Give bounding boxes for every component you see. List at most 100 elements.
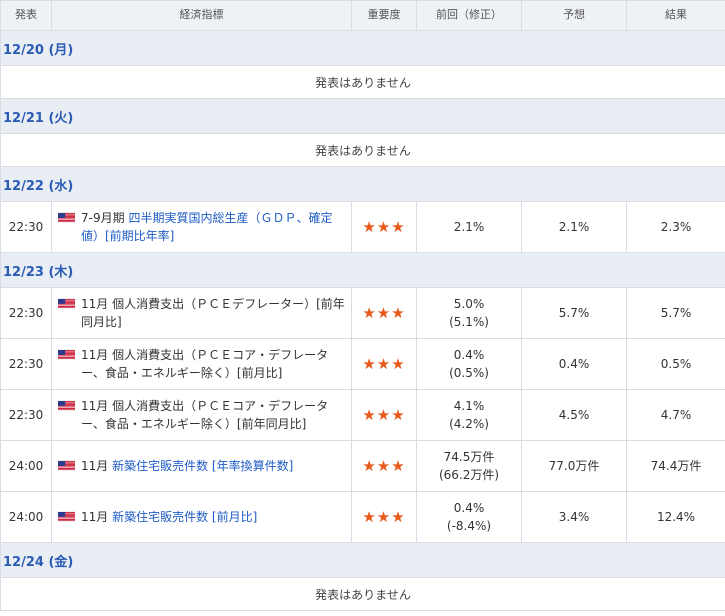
event-indicator-cell: 11月 個人消費支出（ＰＣＥコア・デフレーター、食品・エネルギー除く）[前月比] bbox=[51, 338, 352, 390]
event-previous: 4.1% bbox=[453, 399, 485, 413]
us-flag-icon bbox=[58, 511, 75, 522]
no-events-row: 発表はありません bbox=[0, 133, 725, 167]
header-row: 発表 経済指標 重要度 前回（修正） 予想 結果 bbox=[0, 0, 725, 31]
event-previous-cell: 5.0% (5.1%) bbox=[416, 287, 522, 339]
importance-stars: ★★★ bbox=[351, 287, 417, 339]
event-indicator-link[interactable]: 新築住宅販売件数 [年率換算件数] bbox=[112, 459, 293, 473]
event-time: 22:30 bbox=[0, 287, 52, 339]
calendar-body: 12/20 (月) 発表はありません 12/21 (火) 発表はありません 12/22 … bbox=[0, 30, 725, 611]
date-label: 12/24 (金) bbox=[0, 542, 725, 578]
event-previous: 5.0% bbox=[453, 297, 485, 311]
event-forecast: 3.4% bbox=[521, 491, 627, 543]
no-events-text: 発表はありません bbox=[0, 65, 725, 99]
importance-stars: ★★★ bbox=[351, 338, 417, 390]
date-label: 12/20 (月) bbox=[0, 30, 725, 66]
event-time: 24:00 bbox=[0, 491, 52, 543]
event-forecast: 2.1% bbox=[521, 201, 627, 253]
event-result: 0.5% bbox=[626, 338, 725, 390]
event-indicator-cell: 11月 新築住宅販売件数 [前月比] bbox=[51, 491, 352, 543]
no-events-text: 発表はありません bbox=[0, 133, 725, 167]
event-indicator-cell: 11月 新築住宅販売件数 [年率換算件数] bbox=[51, 440, 352, 492]
event-indicator-link: 個人消費支出（ＰＣＥコア・デフレーター、食品・エネルギー除く）[前年同月比] bbox=[81, 399, 329, 431]
event-previous-cell: 2.1% bbox=[416, 201, 522, 253]
event-forecast: 77.0万件 bbox=[521, 440, 627, 492]
event-indicator-cell: 11月 個人消費支出（ＰＣＥコア・デフレーター、食品・エネルギー除く）[前年同月… bbox=[51, 389, 352, 441]
event-forecast: 0.4% bbox=[521, 338, 627, 390]
us-flag-icon bbox=[58, 298, 75, 309]
date-row: 12/24 (金) bbox=[0, 542, 725, 578]
event-result: 5.7% bbox=[626, 287, 725, 339]
event-period: 7-9月期 bbox=[81, 211, 125, 225]
importance-stars: ★★★ bbox=[351, 201, 417, 253]
no-events-row: 発表はありません bbox=[0, 65, 725, 99]
date-row: 12/20 (月) bbox=[0, 30, 725, 66]
event-revised: (66.2万件) bbox=[438, 468, 500, 482]
header-time: 発表 bbox=[0, 0, 52, 31]
date-label: 12/22 (水) bbox=[0, 166, 725, 202]
date-label: 12/21 (火) bbox=[0, 98, 725, 134]
event-row: 24:00 11月 新築住宅販売件数 [年率換算件数] ★★★ 74.5万件 (66.2… bbox=[0, 440, 725, 492]
event-revised: (-8.4%) bbox=[446, 519, 492, 533]
header-importance: 重要度 bbox=[351, 0, 417, 31]
event-revised: (4.2%) bbox=[449, 417, 489, 431]
event-row: 22:30 7-9月期 四半期実質国内総生産（ＧＤＰ、確定値）[前期比年率] ★★★… bbox=[0, 201, 725, 253]
event-previous-cell: 74.5万件 (66.2万件) bbox=[416, 440, 522, 492]
event-row: 22:30 11月 個人消費支出（ＰＣＥコア・デフレーター、食品・エネルギー除く）… bbox=[0, 338, 725, 390]
event-previous-cell: 0.4% (0.5%) bbox=[416, 338, 522, 390]
event-previous: 74.5万件 bbox=[443, 450, 495, 464]
event-indicator-text: 11月 新築住宅販売件数 [前月比] bbox=[81, 508, 257, 526]
us-flag-icon bbox=[58, 349, 75, 360]
event-indicator-text: 7-9月期 四半期実質国内総生産（ＧＤＰ、確定値）[前期比年率] bbox=[81, 209, 345, 245]
event-result: 4.7% bbox=[626, 389, 725, 441]
event-indicator-link[interactable]: 新築住宅販売件数 [前月比] bbox=[112, 510, 257, 524]
date-row: 12/22 (水) bbox=[0, 166, 725, 202]
event-indicator-text: 11月 個人消費支出（ＰＣＥコア・デフレーター、食品・エネルギー除く）[前月比] bbox=[81, 346, 345, 382]
event-period: 11月 bbox=[81, 399, 109, 413]
event-indicator-cell: 11月 個人消費支出（ＰＣＥデフレーター）[前年同月比] bbox=[51, 287, 352, 339]
no-events-text: 発表はありません bbox=[0, 577, 725, 611]
event-time: 22:30 bbox=[0, 201, 52, 253]
header-result: 結果 bbox=[626, 0, 725, 31]
event-forecast: 4.5% bbox=[521, 389, 627, 441]
event-row: 24:00 11月 新築住宅販売件数 [前月比] ★★★ 0.4% (-8.4%) 3.4… bbox=[0, 491, 725, 543]
event-indicator-text: 11月 個人消費支出（ＰＣＥデフレーター）[前年同月比] bbox=[81, 295, 345, 331]
date-row: 12/21 (火) bbox=[0, 98, 725, 134]
importance-stars: ★★★ bbox=[351, 491, 417, 543]
event-previous: 2.1% bbox=[453, 220, 485, 234]
no-events-row: 発表はありません bbox=[0, 577, 725, 611]
event-row: 22:30 11月 個人消費支出（ＰＣＥデフレーター）[前年同月比] ★★★ 5.0%… bbox=[0, 287, 725, 339]
event-time: 22:30 bbox=[0, 389, 52, 441]
us-flag-icon bbox=[58, 460, 75, 471]
event-previous: 0.4% bbox=[453, 501, 485, 515]
event-result: 74.4万件 bbox=[626, 440, 725, 492]
event-indicator-text: 11月 個人消費支出（ＰＣＥコア・デフレーター、食品・エネルギー除く）[前年同月… bbox=[81, 397, 345, 433]
event-indicator-link: 個人消費支出（ＰＣＥデフレーター）[前年同月比] bbox=[81, 297, 345, 329]
us-flag-icon bbox=[58, 400, 75, 411]
event-period: 11月 bbox=[81, 459, 109, 473]
us-flag-icon bbox=[58, 212, 75, 223]
event-result: 12.4% bbox=[626, 491, 725, 543]
event-indicator-text: 11月 新築住宅販売件数 [年率換算件数] bbox=[81, 457, 293, 475]
event-period: 11月 bbox=[81, 297, 109, 311]
importance-stars: ★★★ bbox=[351, 440, 417, 492]
event-row: 22:30 11月 個人消費支出（ＰＣＥコア・デフレーター、食品・エネルギー除く）… bbox=[0, 389, 725, 441]
date-row: 12/23 (木) bbox=[0, 252, 725, 288]
event-forecast: 5.7% bbox=[521, 287, 627, 339]
header-indicator: 経済指標 bbox=[51, 0, 352, 31]
event-time: 22:30 bbox=[0, 338, 52, 390]
header-forecast: 予想 bbox=[521, 0, 627, 31]
event-indicator-cell: 7-9月期 四半期実質国内総生産（ＧＤＰ、確定値）[前期比年率] bbox=[51, 201, 352, 253]
event-previous-cell: 4.1% (4.2%) bbox=[416, 389, 522, 441]
event-indicator-link: 個人消費支出（ＰＣＥコア・デフレーター、食品・エネルギー除く）[前月比] bbox=[81, 348, 329, 380]
date-label: 12/23 (木) bbox=[0, 252, 725, 288]
header-previous: 前回（修正） bbox=[416, 0, 522, 31]
event-result: 2.3% bbox=[626, 201, 725, 253]
event-period: 11月 bbox=[81, 510, 109, 524]
event-revised: (5.1%) bbox=[449, 315, 489, 329]
event-revised: (0.5%) bbox=[449, 366, 489, 380]
event-time: 24:00 bbox=[0, 440, 52, 492]
event-previous: 0.4% bbox=[453, 348, 485, 362]
importance-stars: ★★★ bbox=[351, 389, 417, 441]
economic-calendar-table: 発表 経済指標 重要度 前回（修正） 予想 結果 12/20 (月) 発表はありま… bbox=[0, 0, 725, 611]
event-period: 11月 bbox=[81, 348, 109, 362]
